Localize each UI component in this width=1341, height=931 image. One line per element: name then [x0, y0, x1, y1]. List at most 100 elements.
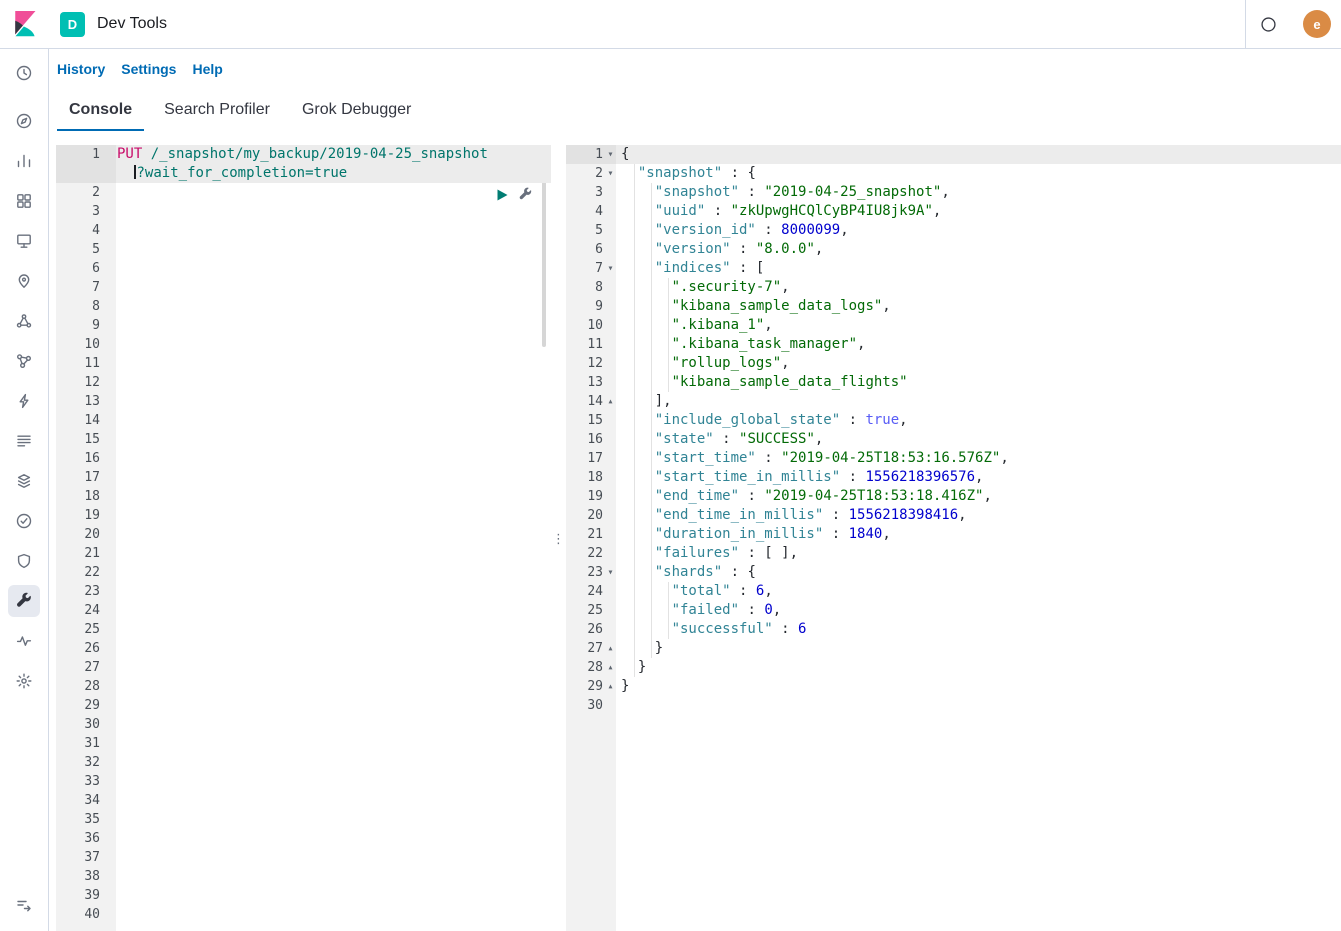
response-line[interactable]: "end_time_in_millis" : 1556218398416, [616, 506, 1341, 525]
request-line[interactable] [116, 259, 551, 278]
request-line[interactable] [116, 297, 551, 316]
request-line[interactable] [116, 696, 551, 715]
response-line[interactable]: ".kibana_task_manager", [616, 335, 1341, 354]
help-button[interactable] [1246, 16, 1291, 33]
sidebar-item-canvas[interactable] [8, 225, 40, 257]
fold-open-icon[interactable]: ▾ [605, 164, 616, 183]
request-line[interactable] [116, 905, 551, 924]
request-line[interactable] [116, 430, 551, 449]
fold-open-icon[interactable]: ▾ [605, 563, 616, 582]
response-line[interactable]: "snapshot" : "2019-04-25_snapshot", [616, 183, 1341, 202]
response-line[interactable]: "start_time_in_millis" : 1556218396576, [616, 468, 1341, 487]
response-line[interactable]: "total" : 6, [616, 582, 1341, 601]
request-line[interactable] [116, 373, 551, 392]
request-line[interactable] [116, 620, 551, 639]
tab-search-profiler[interactable]: Search Profiler [152, 89, 282, 131]
request-line[interactable] [116, 582, 551, 601]
sidebar-item-stack-monitoring[interactable] [8, 625, 40, 657]
response-line[interactable]: } [616, 658, 1341, 677]
response-line[interactable]: "snapshot" : { [616, 164, 1341, 183]
request-line[interactable] [116, 658, 551, 677]
request-line[interactable]: ?wait_for_completion=true [116, 164, 551, 183]
sidebar-item-maps[interactable] [8, 265, 40, 297]
request-line[interactable] [116, 772, 551, 791]
response-line[interactable]: } [616, 639, 1341, 658]
request-line[interactable] [116, 449, 551, 468]
request-line[interactable] [116, 240, 551, 259]
response-line[interactable]: "failures" : [ ], [616, 544, 1341, 563]
request-line[interactable] [116, 411, 551, 430]
response-line[interactable]: "kibana_sample_data_logs", [616, 297, 1341, 316]
response-line[interactable]: "include_global_state" : true, [616, 411, 1341, 430]
kibana-logo[interactable] [0, 11, 50, 37]
menu-link-history[interactable]: History [57, 61, 105, 77]
response-line[interactable]: "rollup_logs", [616, 354, 1341, 373]
tab-grok-debugger[interactable]: Grok Debugger [290, 89, 423, 131]
response-line[interactable]: "state" : "SUCCESS", [616, 430, 1341, 449]
response-line[interactable]: { [616, 145, 1341, 164]
request-line[interactable] [116, 791, 551, 810]
request-line[interactable] [116, 316, 551, 335]
request-line[interactable] [116, 544, 551, 563]
request-line[interactable] [116, 677, 551, 696]
response-line[interactable]: "start_time" : "2019-04-25T18:53:16.576Z… [616, 449, 1341, 468]
fold-open-icon[interactable]: ▾ [605, 145, 616, 164]
split-resize-handle[interactable]: ⋮ [551, 145, 566, 931]
menu-link-settings[interactable]: Settings [121, 61, 176, 77]
sidebar-item-siem[interactable] [8, 545, 40, 577]
response-line[interactable]: "duration_in_millis" : 1840, [616, 525, 1341, 544]
response-line[interactable]: ], [616, 392, 1341, 411]
response-line[interactable]: "shards" : { [616, 563, 1341, 582]
sidebar-item-apm[interactable] [8, 385, 40, 417]
request-line[interactable] [116, 202, 551, 221]
request-line[interactable] [116, 392, 551, 411]
fold-close-icon[interactable]: ▴ [605, 677, 616, 696]
request-line[interactable] [116, 221, 551, 240]
request-line[interactable] [116, 354, 551, 373]
fold-close-icon[interactable]: ▴ [605, 658, 616, 677]
request-line[interactable] [116, 810, 551, 829]
request-line[interactable] [116, 506, 551, 525]
request-line[interactable] [116, 734, 551, 753]
response-line[interactable]: "indices" : [ [616, 259, 1341, 278]
request-line[interactable] [116, 335, 551, 354]
response-line[interactable]: "version" : "8.0.0", [616, 240, 1341, 259]
response-line[interactable]: "end_time" : "2019-04-25T18:53:18.416Z", [616, 487, 1341, 506]
request-line[interactable] [116, 278, 551, 297]
request-line[interactable] [116, 753, 551, 772]
response-line[interactable]: "uuid" : "zkUpwgHCQlCyBP4IU8jk9A", [616, 202, 1341, 221]
sidebar-item-recently-viewed[interactable] [8, 57, 40, 89]
sidebar-item-graph[interactable] [8, 345, 40, 377]
response-code[interactable]: { "snapshot" : { "snapshot" : "2019-04-2… [616, 145, 1341, 931]
request-line[interactable] [116, 848, 551, 867]
response-line[interactable] [616, 696, 1341, 715]
sidebar-item-logs[interactable] [8, 425, 40, 457]
request-line[interactable] [116, 867, 551, 886]
fold-close-icon[interactable]: ▴ [605, 392, 616, 411]
request-line[interactable] [116, 468, 551, 487]
sidebar-item-dashboard[interactable] [8, 185, 40, 217]
response-line[interactable]: "successful" : 6 [616, 620, 1341, 639]
response-editor[interactable]: 1▾2▾34567▾891011121314▴15161718192021222… [566, 145, 1341, 931]
sidebar-item-machine-learning[interactable] [8, 305, 40, 337]
tab-console[interactable]: Console [57, 89, 144, 131]
request-line[interactable] [116, 563, 551, 582]
request-line[interactable] [116, 183, 551, 202]
sidebar-item-visualize[interactable] [8, 145, 40, 177]
collapse-sidebar-button[interactable] [8, 889, 40, 921]
request-line[interactable] [116, 886, 551, 905]
menu-link-help[interactable]: Help [192, 61, 222, 77]
response-line[interactable]: "failed" : 0, [616, 601, 1341, 620]
request-line[interactable] [116, 601, 551, 620]
request-line[interactable] [116, 829, 551, 848]
response-line[interactable]: ".security-7", [616, 278, 1341, 297]
response-line[interactable]: "version_id" : 8000099, [616, 221, 1341, 240]
request-line[interactable] [116, 525, 551, 544]
request-line[interactable] [116, 639, 551, 658]
sidebar-item-management[interactable] [8, 665, 40, 697]
sidebar-item-discover[interactable] [8, 105, 40, 137]
sidebar-item-dev-tools[interactable] [8, 585, 40, 617]
response-line[interactable]: "kibana_sample_data_flights" [616, 373, 1341, 392]
response-line[interactable]: ".kibana_1", [616, 316, 1341, 335]
sidebar-item-metrics[interactable] [8, 465, 40, 497]
